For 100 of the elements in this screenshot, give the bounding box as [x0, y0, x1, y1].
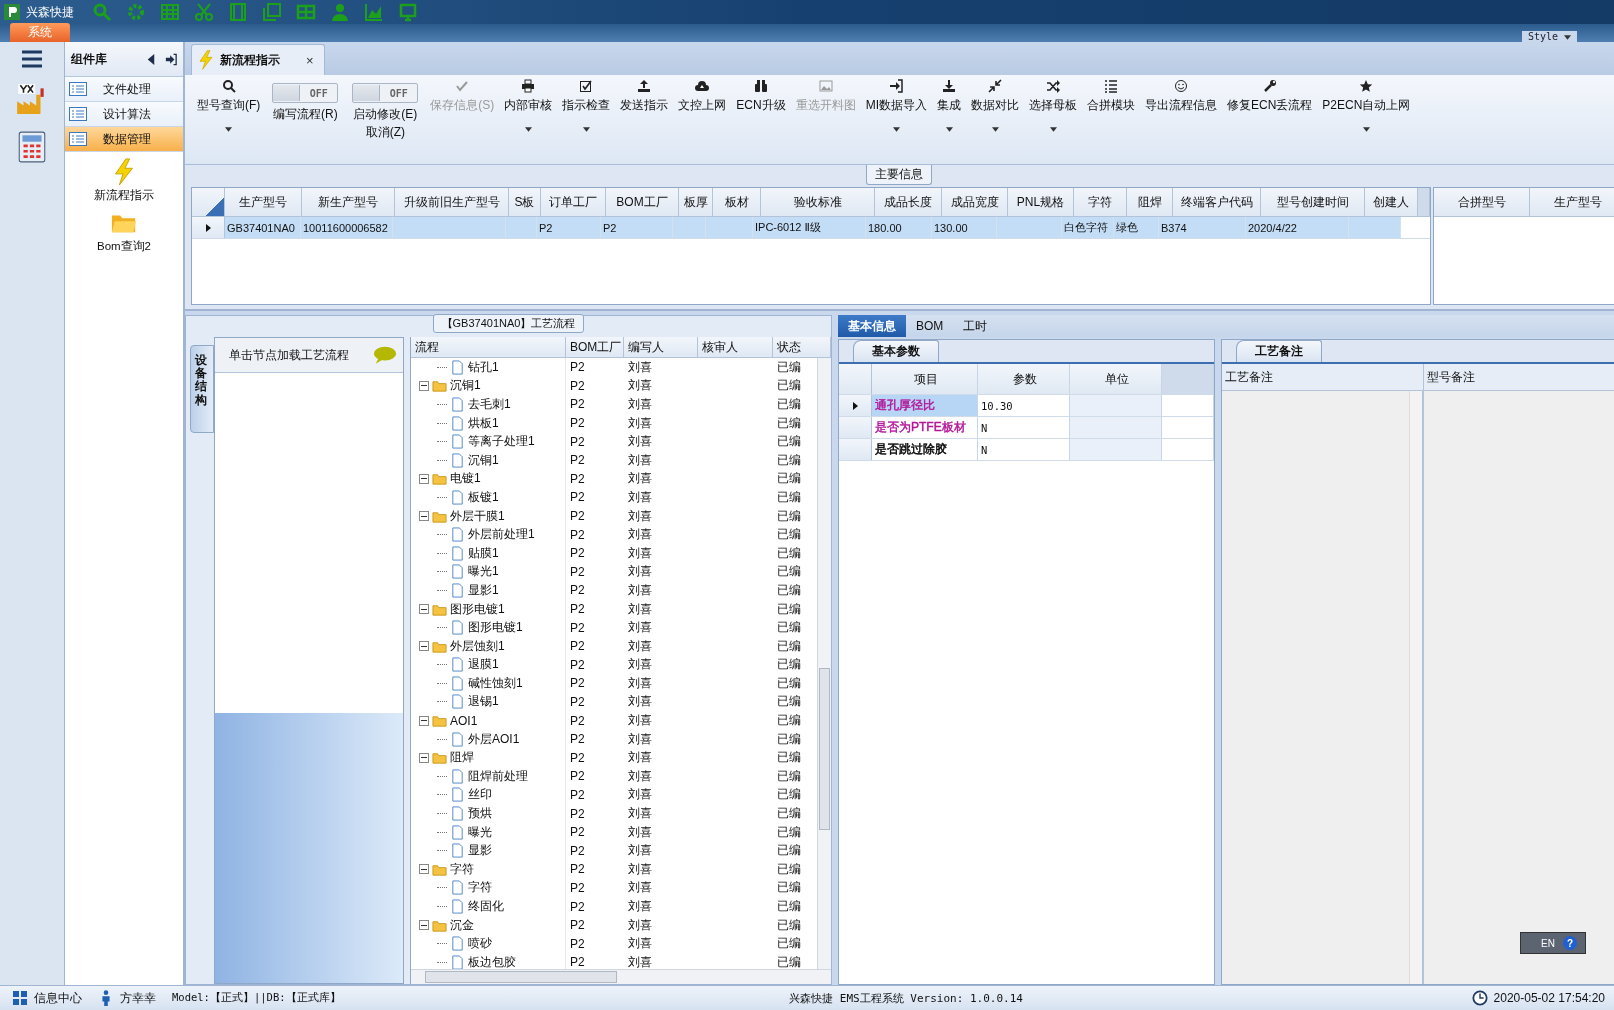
panel-tab[interactable]: 工艺备注	[1236, 340, 1322, 362]
column-header[interactable]: 新生产型号	[302, 188, 395, 216]
column-header[interactable]: S板	[509, 188, 541, 216]
column-header[interactable]: 板厚	[679, 188, 713, 216]
table-row[interactable]: 通孔厚径比 10.30	[839, 395, 1214, 417]
input-indicator[interactable]: EN ?	[1520, 932, 1586, 954]
tree-node-label[interactable]: 字符	[468, 879, 492, 897]
tree-node-label[interactable]: 阻焊	[450, 749, 474, 767]
table-row[interactable]: 是否跳过除胶 N	[839, 439, 1214, 461]
menu-icon[interactable]	[21, 50, 43, 68]
table-row[interactable]: GB37401NA0 10011600006582 P2 P2 IPC-6012 Ⅱ级 180.00 130.00 白色字符 绿色 B374 2020/4/22	[192, 217, 1430, 239]
column-header[interactable]: 生产型号	[1530, 188, 1614, 216]
tree-node-label[interactable]: 沉铜1	[450, 377, 481, 395]
help-button[interactable]: ?	[1563, 936, 1577, 950]
monitor-icon[interactable]	[398, 2, 418, 22]
toolbar-button[interactable]: 选择母板	[1025, 79, 1081, 132]
tree-node-label[interactable]: 终固化	[468, 898, 504, 915]
tree-node-label[interactable]: 曝光1	[468, 563, 499, 581]
panel-tab[interactable]: 基本参数	[853, 340, 939, 362]
tree-node-label[interactable]: 显影	[468, 842, 492, 860]
caret-icon[interactable]	[524, 127, 532, 132]
caret-icon[interactable]	[1049, 127, 1057, 132]
column-header[interactable]: 成品长度	[875, 188, 942, 216]
tree-node-label[interactable]: 碱性蚀刻1	[468, 674, 523, 692]
collapse-toggle[interactable]	[419, 604, 429, 614]
toggle-switch[interactable]: OFF	[352, 83, 419, 103]
collapse-toggle[interactable]	[419, 511, 429, 522]
column-header[interactable]: 项目	[872, 364, 978, 394]
info-center-link[interactable]: 信息中心	[34, 989, 82, 1007]
table-row[interactable]: 是否为PTFE板材 N	[839, 417, 1214, 439]
tab[interactable]: 基本信息	[838, 315, 906, 337]
close-button[interactable]: ×	[306, 52, 314, 68]
node-list-area[interactable]	[215, 373, 403, 713]
sign-in-icon[interactable]	[165, 52, 177, 66]
caret-icon[interactable]	[991, 127, 999, 132]
toolbar-button[interactable]: 数据对比	[967, 79, 1023, 132]
collapse-left-icon[interactable]	[145, 52, 157, 66]
caret-icon[interactable]	[1362, 127, 1370, 132]
collapse-toggle[interactable]	[419, 715, 429, 726]
toolbar-button[interactable]: 导出流程信息	[1141, 79, 1221, 112]
toolbar-button[interactable]: 文控上网	[674, 79, 731, 112]
column-header[interactable]: 字符	[1074, 188, 1127, 216]
toolbar-button[interactable]: 内部审核	[500, 79, 557, 132]
tree-node-label[interactable]: 钻孔1	[468, 358, 499, 376]
column-header[interactable]: 参数	[978, 364, 1070, 394]
tree-node-label[interactable]: 烘板1	[468, 414, 499, 432]
column-header[interactable]: 合拼型号	[1434, 188, 1530, 216]
toolbar-button[interactable]: 型号查询(F)	[193, 79, 265, 132]
toolbar-button[interactable]: 修复ECN丢流程	[1223, 79, 1317, 112]
tree-node-label[interactable]: 等离子处理1	[468, 433, 535, 451]
column-header[interactable]: 阻焊	[1127, 188, 1173, 216]
column-header[interactable]: 生产型号	[225, 188, 302, 216]
column-header[interactable]: 板材	[713, 188, 761, 216]
tree-node-label[interactable]: 退膜1	[468, 656, 499, 674]
tree-node-label[interactable]: 外层蚀刻1	[450, 637, 505, 655]
row-header[interactable]	[839, 395, 872, 416]
toolbar-button[interactable]: 发送指示	[616, 79, 673, 112]
tab[interactable]: BOM	[906, 315, 954, 337]
side-tab[interactable]: 设备结构	[190, 345, 214, 433]
column-header[interactable]: 验收标准	[761, 188, 875, 216]
tree-node-label[interactable]: 板边包胶	[468, 953, 516, 969]
sidebar-item[interactable]: 文件处理	[65, 77, 183, 102]
column-header[interactable]: 流程	[411, 337, 566, 357]
column-header[interactable]: 型号创建时间	[1261, 188, 1365, 216]
toolbar-button[interactable]: ECN升级	[732, 79, 790, 112]
caret-icon[interactable]	[945, 127, 953, 132]
column-header[interactable]: 编写人	[624, 337, 698, 357]
toolbar-button[interactable]: P2ECN自动上网	[1318, 79, 1415, 132]
toolbar-button[interactable]: 集成	[933, 79, 965, 132]
tree-node-label[interactable]: 板镀1	[468, 488, 499, 506]
scrollbar[interactable]	[411, 969, 831, 984]
tree-node-label[interactable]: 曝光	[468, 823, 492, 841]
toolbar-button[interactable]: 合拼模块	[1083, 79, 1139, 112]
column-header[interactable]: 核审人	[698, 337, 773, 357]
chart-icon[interactable]	[364, 2, 384, 22]
tree-node-label[interactable]: 外层前处理1	[468, 526, 535, 544]
tree-node-label[interactable]: AOI1	[450, 713, 478, 728]
tree-node-label[interactable]: 图形电镀1	[450, 600, 505, 618]
tree-node-label[interactable]: 阻焊前处理	[468, 767, 528, 785]
collapse-toggle[interactable]	[419, 920, 429, 931]
toolbar-button[interactable]: MI数据导入	[861, 79, 931, 132]
column-header[interactable]: 成品宽度	[942, 188, 1008, 216]
collapse-toggle[interactable]	[419, 641, 429, 652]
column-header[interactable]: 状态	[773, 337, 831, 357]
tree-node-label[interactable]: 预烘	[468, 805, 492, 823]
tree-node-label[interactable]: 沉金	[450, 916, 474, 934]
tree-node-label[interactable]: 电镀1	[450, 470, 481, 488]
tree-node-label[interactable]: 图形电镀1	[468, 619, 523, 637]
collapse-toggle[interactable]	[419, 473, 429, 484]
sidebar-item[interactable]: 数据管理	[65, 127, 183, 152]
collapse-toggle[interactable]	[419, 380, 429, 391]
scrollbar[interactable]	[1409, 391, 1422, 984]
tree-node-label[interactable]: 显影1	[468, 581, 499, 599]
caret-icon[interactable]	[582, 127, 590, 132]
tree-node-label[interactable]: 沉铜1	[468, 451, 499, 469]
collapse-toggle[interactable]	[419, 752, 429, 763]
tree-node-label[interactable]: 去毛刺1	[468, 396, 511, 413]
tree-node-label[interactable]: 退锡1	[468, 693, 499, 711]
collapse-toggle[interactable]	[419, 864, 429, 875]
caret-icon[interactable]	[225, 127, 233, 132]
